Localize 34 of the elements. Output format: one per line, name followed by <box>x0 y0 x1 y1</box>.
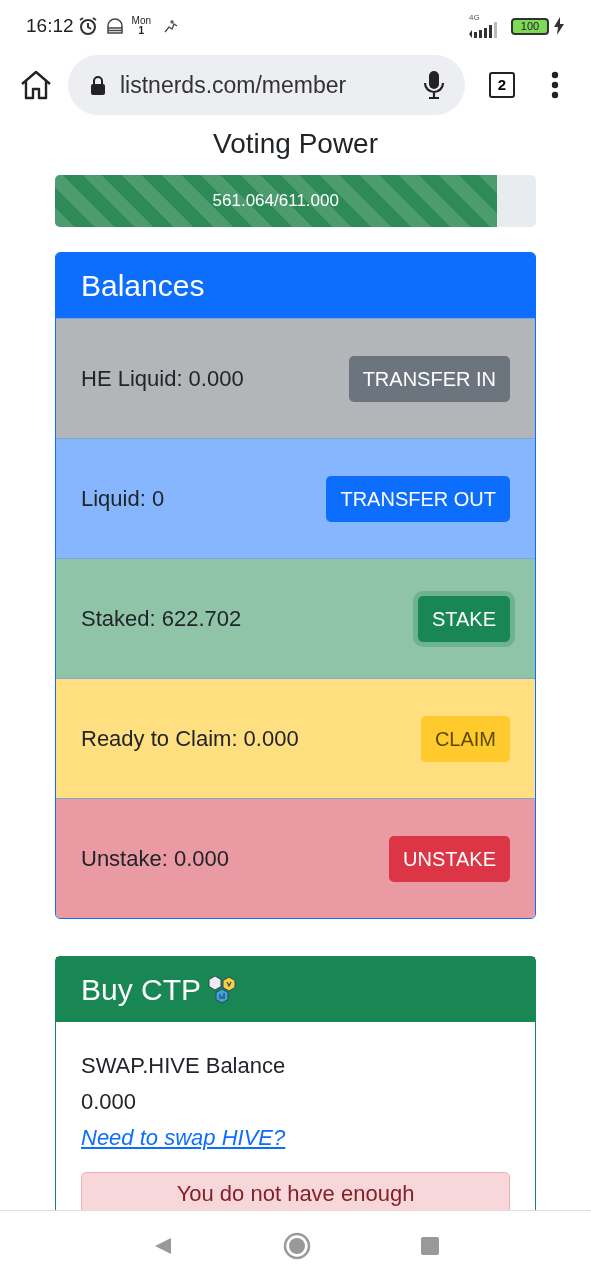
microphone-icon[interactable] <box>423 70 445 100</box>
calendar-date: 1 <box>138 26 145 36</box>
battery-indicator: 100 <box>511 17 549 35</box>
card-title: Balances <box>81 268 205 304</box>
clock-time: 16:12 <box>26 13 74 38</box>
calendar-day: Mon <box>131 16 151 26</box>
balance-label: Staked: 622.702 <box>81 605 242 633</box>
menu-icon[interactable] <box>551 71 559 99</box>
recents-icon[interactable] <box>420 1236 439 1255</box>
progress-reading: 561.064/611.000 <box>212 190 339 213</box>
home-button-icon[interactable] <box>282 1231 311 1260</box>
balance-label: Ready to Claim: 0.000 <box>81 725 299 753</box>
action-button[interactable]: TRANSFER OUT <box>326 475 510 522</box>
alert-text: You do not have enough <box>176 1181 415 1206</box>
card-title: Buy CTP <box>81 972 202 1008</box>
address-bar[interactable]: listnerds.com/member <box>68 55 465 115</box>
balance-label: HE Liquid: 0.000 <box>81 365 244 393</box>
network-type: 4G <box>469 14 480 22</box>
lock-icon <box>90 75 106 95</box>
balance-label: SWAP.HIVE Balance <box>81 1052 287 1080</box>
balance-label: Liquid: 0 <box>81 485 165 513</box>
swap-link[interactable]: Need to swap HIVE? <box>81 1120 510 1156</box>
balance-value: 0.000 <box>81 1088 138 1116</box>
action-button[interactable]: UNSTAKE <box>389 835 510 882</box>
alarm-icon <box>77 16 98 36</box>
runner-icon <box>163 18 179 34</box>
charging-icon <box>553 17 565 35</box>
tab-count-button[interactable]: 2 <box>489 72 515 98</box>
action-button[interactable]: TRANSFER IN <box>348 355 510 402</box>
section-title: Voting Power <box>212 127 379 161</box>
home-icon[interactable] <box>20 70 52 100</box>
url-text: listnerds.com/member <box>120 70 348 100</box>
action-button[interactable]: CLAIM <box>420 715 510 762</box>
balance-label: Unstake: 0.000 <box>81 845 229 873</box>
